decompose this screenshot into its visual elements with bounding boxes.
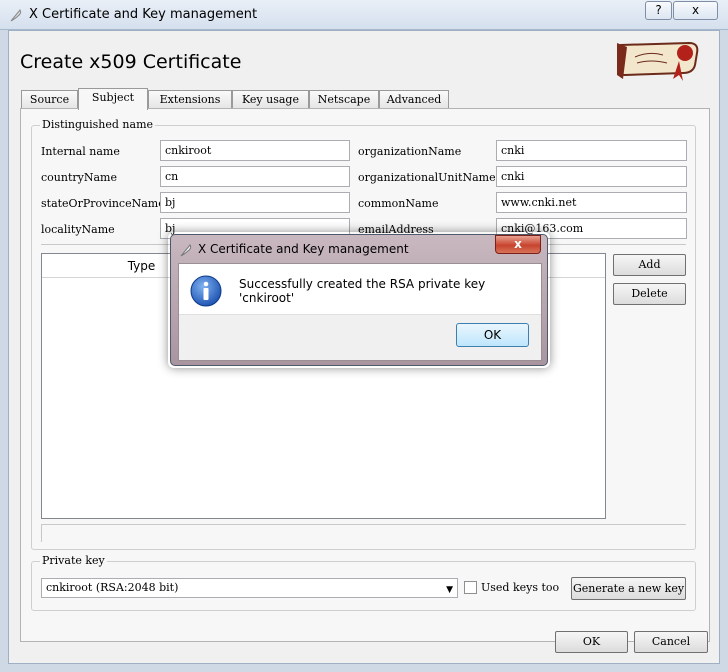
tab-netscape[interactable]: Netscape bbox=[309, 90, 379, 109]
country-name-label: countryName bbox=[41, 171, 117, 184]
horizontal-scroll-area bbox=[41, 524, 686, 542]
internal-name-label: Internal name bbox=[41, 145, 120, 158]
tab-key-usage[interactable]: Key usage bbox=[232, 90, 309, 109]
organization-name-label: organizationName bbox=[358, 145, 462, 158]
xca-logo bbox=[617, 41, 699, 81]
cancel-button[interactable]: Cancel bbox=[634, 631, 708, 653]
organization-name-field[interactable]: cnki bbox=[496, 140, 687, 161]
message-dialog: X Certificate and Key management x Succe… bbox=[170, 234, 548, 366]
chevron-down-icon: ▼ bbox=[446, 585, 453, 595]
common-name-field[interactable]: www.cnki.net bbox=[496, 192, 687, 213]
add-button[interactable]: Add bbox=[613, 254, 686, 276]
tab-source[interactable]: Source bbox=[21, 90, 78, 109]
help-button[interactable]: ? bbox=[645, 1, 672, 20]
common-name-label: commonName bbox=[358, 197, 439, 210]
window-titlebar: X Certificate and Key management ? x bbox=[0, 0, 728, 30]
private-key-label: Private key bbox=[40, 554, 107, 567]
private-key-select[interactable]: cnkiroot (RSA:2048 bit) ▼ bbox=[41, 578, 458, 598]
private-key-group: Private key cnkiroot (RSA:2048 bit) ▼ Us… bbox=[31, 554, 696, 611]
dialog-footer: OK bbox=[179, 314, 541, 360]
dialog-body: Successfully created the RSA private key… bbox=[178, 263, 542, 361]
country-name-field[interactable]: cn bbox=[160, 166, 350, 187]
tab-extensions[interactable]: Extensions bbox=[148, 90, 232, 109]
tab-advanced[interactable]: Advanced bbox=[379, 90, 449, 109]
dialog-message: Successfully created the RSA private key… bbox=[239, 277, 486, 305]
organizational-unit-name-label: organizationalUnitName bbox=[358, 171, 496, 184]
app-feather-icon bbox=[10, 9, 22, 22]
state-or-province-name-field[interactable]: bj bbox=[160, 192, 350, 213]
dialog-ok-button[interactable]: OK bbox=[456, 323, 529, 347]
generate-new-key-button[interactable]: Generate a new key bbox=[571, 577, 686, 600]
window-close-button[interactable]: x bbox=[673, 1, 718, 20]
tab-subject[interactable]: Subject bbox=[78, 88, 148, 110]
dialog-close-button[interactable]: x bbox=[495, 235, 541, 254]
distinguished-name-label: Distinguished name bbox=[40, 118, 156, 131]
private-key-selected-value: cnkiroot (RSA:2048 bit) bbox=[46, 581, 179, 594]
app-feather-icon bbox=[180, 244, 192, 257]
organizational-unit-name-field[interactable]: cnki bbox=[496, 166, 687, 187]
delete-button[interactable]: Delete bbox=[613, 283, 686, 305]
state-or-province-name-label: stateOrProvinceName bbox=[41, 197, 165, 210]
dialog-title: X Certificate and Key management bbox=[198, 242, 409, 256]
info-icon bbox=[190, 275, 222, 307]
ok-button[interactable]: OK bbox=[555, 631, 628, 653]
used-keys-label: Used keys too bbox=[481, 581, 560, 594]
subject-tab-panel: Distinguished name Internal name cnkiroo… bbox=[20, 108, 710, 642]
internal-name-field[interactable]: cnkiroot bbox=[160, 140, 350, 161]
page-title: Create x509 Certificate bbox=[20, 51, 242, 73]
locality-name-label: localityName bbox=[41, 223, 115, 236]
used-keys-checkbox[interactable] bbox=[464, 581, 477, 594]
window-title: X Certificate and Key management bbox=[29, 7, 258, 22]
